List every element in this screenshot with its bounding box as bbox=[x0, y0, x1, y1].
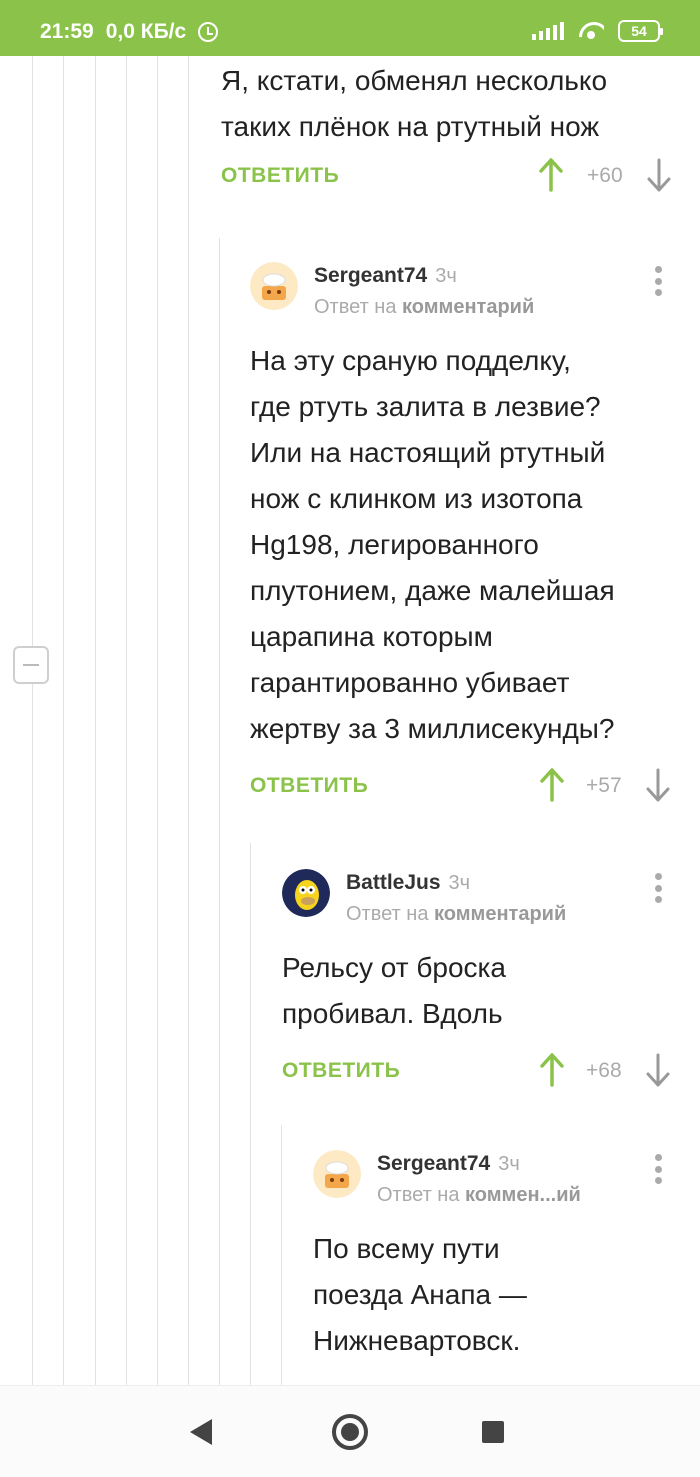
author-name[interactable]: BattleJus bbox=[346, 871, 441, 894]
vertical-dots-icon[interactable] bbox=[654, 1154, 662, 1184]
comment-actions: ОТВЕТИТЬ +60 bbox=[221, 154, 681, 204]
thread-line bbox=[32, 56, 33, 646]
thread-line bbox=[95, 56, 96, 1385]
status-time: 21:59 bbox=[40, 20, 94, 43]
reply-button[interactable]: ОТВЕТИТЬ bbox=[221, 164, 339, 188]
comment-actions: ОТВЕТИТЬ +68 bbox=[282, 1049, 692, 1099]
reply-button[interactable]: ОТВЕТИТЬ bbox=[250, 774, 368, 798]
battery-icon: 54 bbox=[618, 20, 663, 42]
comment-text-line: Hg198, легированного bbox=[250, 529, 539, 560]
comment-time: 3ч bbox=[448, 872, 471, 894]
arrow-up-icon[interactable] bbox=[537, 158, 565, 192]
comment-actions: ОТВЕТИТЬ +57 bbox=[250, 764, 690, 814]
status-net-speed: 0,0 КБ/с bbox=[105, 20, 187, 43]
wifi-icon bbox=[578, 22, 604, 40]
status-bar: 21:59 0,0 КБ/с 54 bbox=[0, 0, 700, 56]
comment-author-line: BattleJus 3ч bbox=[346, 871, 470, 895]
comment-text-line: гарантированно убивает bbox=[250, 667, 570, 698]
thread-line bbox=[126, 56, 127, 1385]
comment-score: +68 bbox=[586, 1059, 622, 1082]
reply-to: Ответ на комментарий bbox=[314, 296, 534, 319]
comment-text-line: плутонием, даже малейшая bbox=[250, 575, 615, 606]
reply-to-link[interactable]: комментарий bbox=[402, 296, 534, 318]
reply-to: Ответ на комментарий bbox=[346, 903, 566, 926]
comment-author-line: Sergeant74 3ч bbox=[377, 1152, 520, 1176]
author-name[interactable]: Sergeant74 bbox=[314, 264, 427, 287]
battery-level: 54 bbox=[631, 23, 647, 39]
system-nav-bar bbox=[0, 1385, 700, 1477]
comment: Я, кстати, обменял несколько таких плёно… bbox=[221, 58, 681, 204]
arrow-down-icon[interactable] bbox=[644, 1053, 672, 1087]
comment-body: По всему пути поезда Анапа — Нижневартов… bbox=[313, 1226, 693, 1364]
back-icon[interactable] bbox=[190, 1419, 212, 1445]
comment-text-line: Рельсу от броска bbox=[282, 952, 506, 983]
comment-text-line: где ртуть залита в лезвие? bbox=[250, 391, 601, 422]
comment-text-line: жертву за 3 миллисекунды? bbox=[250, 713, 615, 744]
home-icon[interactable] bbox=[332, 1414, 368, 1450]
avatar[interactable] bbox=[282, 869, 330, 917]
comment-text-line: таких плёнок на ртутный нож bbox=[221, 111, 600, 142]
comment: BattleJus 3ч Ответ на комментарий Рельсу … bbox=[282, 869, 692, 1099]
alarm-icon bbox=[198, 22, 219, 42]
thread-line bbox=[63, 56, 64, 1385]
thread-line bbox=[157, 56, 158, 1385]
comment-text-line: Нижневартовск. bbox=[313, 1325, 521, 1356]
comment-header: Sergeant74 3ч Ответ на коммен...ий bbox=[313, 1150, 693, 1220]
comment-text-line: поезда Анапа — bbox=[313, 1279, 527, 1310]
comment-text-line: По всему пути bbox=[313, 1233, 500, 1264]
comment-header: Sergeant74 3ч Ответ на комментарий bbox=[250, 262, 690, 332]
signal-icon bbox=[532, 22, 564, 40]
comment-author-line: Sergeant74 3ч bbox=[314, 264, 457, 288]
arrow-up-icon[interactable] bbox=[538, 768, 566, 802]
avatar[interactable] bbox=[313, 1150, 361, 1198]
comment-body: На эту сраную подделку, где ртуть залита… bbox=[250, 338, 690, 752]
arrow-down-icon[interactable] bbox=[644, 768, 672, 802]
comment-score: +60 bbox=[587, 164, 623, 187]
reply-to: Ответ на коммен...ий bbox=[377, 1184, 581, 1207]
comment-time: 3ч bbox=[498, 1153, 520, 1175]
thread-line bbox=[281, 1125, 282, 1385]
comment-time: 3ч bbox=[435, 265, 457, 287]
comment-body: Рельсу от броска пробивал. Вдоль bbox=[282, 945, 692, 1037]
thread-line bbox=[219, 238, 220, 1385]
reply-button[interactable]: ОТВЕТИТЬ bbox=[282, 1059, 400, 1083]
comment-text-line: царапина которым bbox=[250, 621, 493, 652]
comment-text-line: пробивал. Вдоль bbox=[282, 998, 503, 1029]
thread-line bbox=[32, 684, 33, 1385]
reply-to-link[interactable]: комментарий bbox=[434, 903, 566, 925]
thread-line bbox=[250, 843, 251, 1385]
vertical-dots-icon[interactable] bbox=[654, 266, 662, 296]
comment-header: BattleJus 3ч Ответ на комментарий bbox=[282, 869, 692, 939]
comment-text-line: Я, кстати, обменял несколько bbox=[221, 65, 608, 96]
collapse-thread-button[interactable] bbox=[13, 646, 49, 684]
author-name[interactable]: Sergeant74 bbox=[377, 1152, 490, 1175]
comment-text-line: Или на настоящий ртутный bbox=[250, 437, 606, 468]
reply-to-prefix: Ответ на bbox=[377, 1184, 460, 1206]
reply-to-prefix: Ответ на bbox=[346, 903, 429, 925]
arrow-up-icon[interactable] bbox=[538, 1053, 566, 1087]
reply-to-prefix: Ответ на bbox=[314, 296, 397, 318]
comment-body: Я, кстати, обменял несколько таких плёно… bbox=[221, 58, 681, 150]
comment: Sergeant74 3ч Ответ на комментарий На эту… bbox=[250, 262, 690, 814]
reply-to-link[interactable]: коммен...ий bbox=[465, 1184, 581, 1206]
comment-text-line: нож с клинком из изотопа bbox=[250, 483, 583, 514]
vertical-dots-icon[interactable] bbox=[654, 873, 662, 903]
comment: Sergeant74 3ч Ответ на коммен...ий По все… bbox=[313, 1150, 693, 1364]
comment-text-line: На эту сраную подделку, bbox=[250, 345, 571, 376]
recent-apps-icon[interactable] bbox=[482, 1421, 504, 1443]
avatar[interactable] bbox=[250, 262, 298, 310]
arrow-down-icon[interactable] bbox=[645, 158, 673, 192]
thread-line bbox=[188, 56, 189, 1385]
comment-score: +57 bbox=[586, 774, 622, 797]
